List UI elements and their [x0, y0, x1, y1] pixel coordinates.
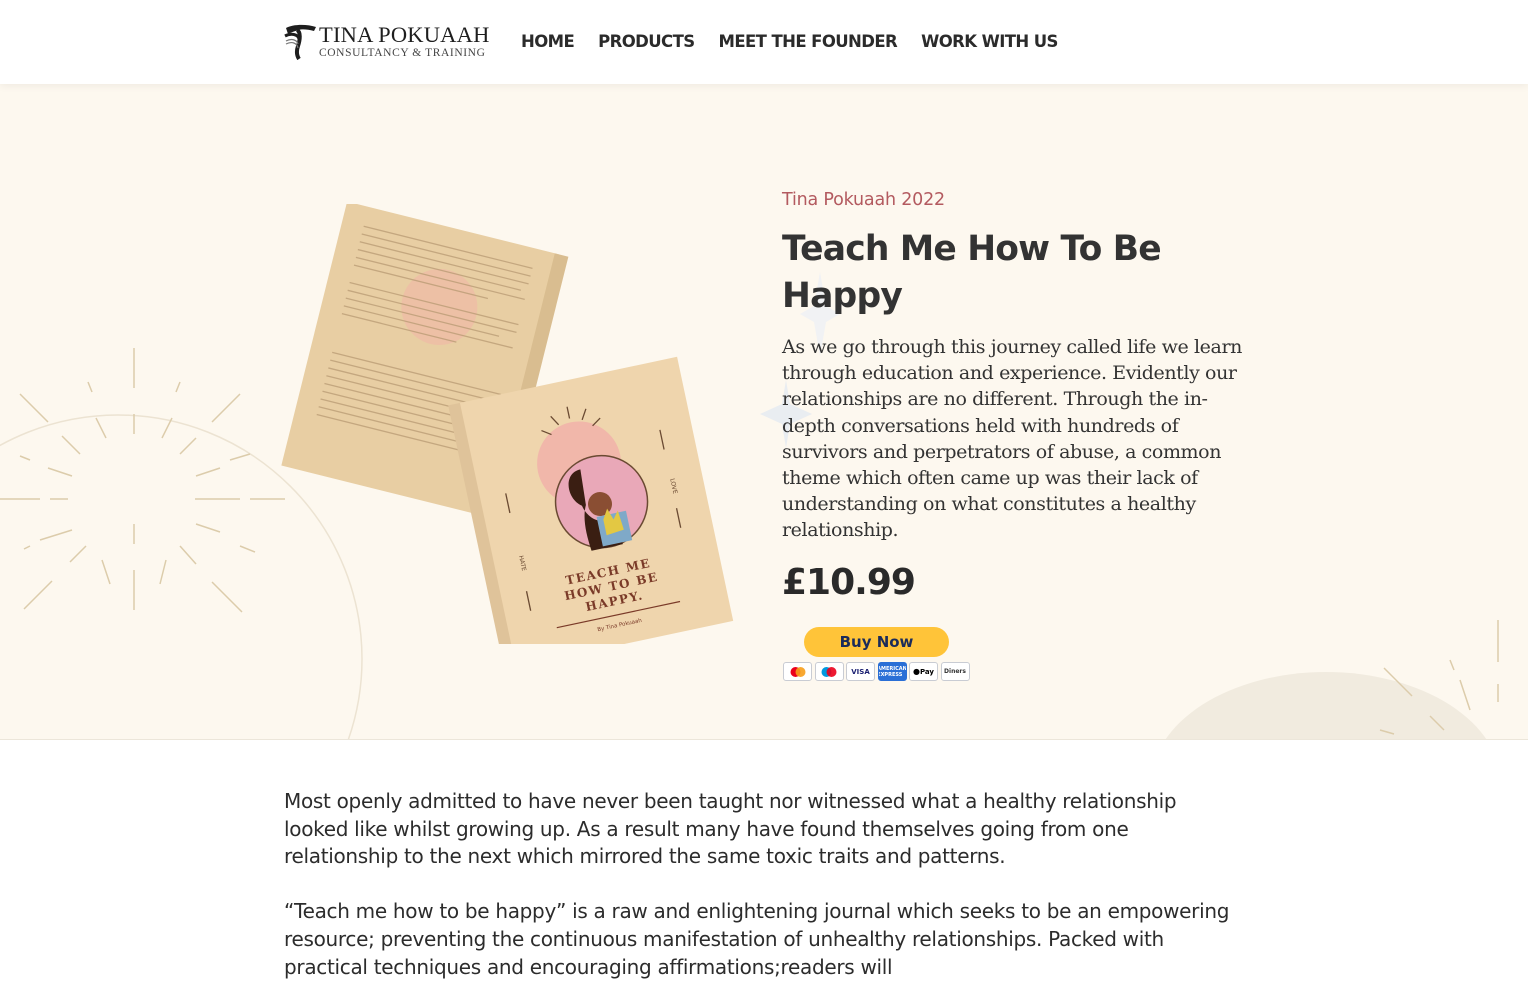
visa-icon: VISA	[846, 662, 875, 681]
amex-icon: AMERICAN EXPRESS	[877, 662, 907, 681]
product-subtitle: Tina Pokuaah 2022	[782, 190, 945, 210]
book-cover-image: HATE LOVE TEACH ME HOW TO BE HAPPY. By T…	[281, 204, 734, 644]
tp-monogram-icon	[284, 24, 316, 60]
brand-tagline: CONSULTANCY & TRAINING	[319, 47, 486, 59]
apple-pay-label: Pay	[919, 667, 934, 676]
product-hero: HATE LOVE TEACH ME HOW TO BE HAPPY. By T…	[0, 84, 1528, 740]
nav-products[interactable]: PRODUCTS	[598, 30, 695, 54]
product-price: £10.99	[782, 562, 916, 603]
nav-work-with-us[interactable]: WORK WITH US	[921, 30, 1058, 54]
site-header: TINA POKUAAH CONSULTANCY & TRAINING HOME…	[0, 0, 1528, 84]
buy-now-button[interactable]: Buy Now	[804, 627, 949, 657]
brand-name: TINA POKUAAH	[319, 22, 490, 47]
nav-home[interactable]: HOME	[521, 30, 575, 54]
product-long-description: Most openly admitted to have never been …	[284, 788, 1244, 1008]
payment-methods: VISA AMERICAN EXPRESS ● Pay Diners	[783, 662, 972, 681]
maestro-icon	[814, 662, 844, 681]
diners-club-icon: Diners	[940, 662, 970, 681]
body-paragraph: “Teach me how to be happy” is a raw and …	[284, 899, 1230, 979]
mastercard-icon	[783, 662, 812, 681]
nav-meet-the-founder[interactable]: MEET THE FOUNDER	[719, 30, 898, 54]
main-nav: HOME PRODUCTS MEET THE FOUNDER WORK WITH…	[521, 30, 1082, 54]
product-title: Teach Me How To Be Happy	[782, 229, 1162, 316]
product-description: As we go through this journey called lif…	[782, 336, 1242, 542]
apple-pay-icon: ● Pay	[909, 662, 938, 681]
site-logo[interactable]: TINA POKUAAH CONSULTANCY & TRAINING	[283, 22, 499, 64]
body-paragraph: Most openly admitted to have never been …	[284, 789, 1177, 869]
